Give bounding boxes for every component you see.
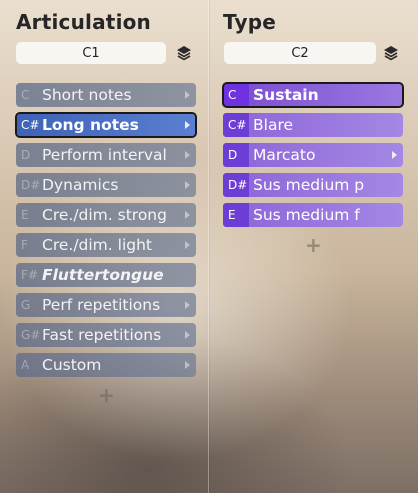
note-name: G: [21, 298, 31, 312]
chevron-right-icon: [185, 151, 190, 159]
type-item-blare[interactable]: C# Blare: [223, 113, 403, 137]
note-name: C: [21, 88, 30, 102]
type-panel: Type C2 C Sustain C# Blare D Marcato D# …: [209, 0, 418, 493]
type-label: Sustain: [253, 86, 319, 104]
layers-icon[interactable]: [173, 42, 195, 64]
articulation-item-cre-dim-strong[interactable]: E Cre./dim. strong: [16, 203, 196, 227]
type-selector[interactable]: C2: [224, 42, 376, 64]
layers-icon[interactable]: [380, 42, 402, 64]
articulation-item-perform-interval[interactable]: D Perform interval: [16, 143, 196, 167]
articulation-item-custom[interactable]: A Custom: [16, 353, 196, 377]
note-name: E: [223, 203, 249, 227]
articulation-list: C Short notes C# Long notes D Perform in…: [15, 83, 197, 383]
articulation-label: Cre./dim. strong: [42, 206, 167, 224]
note-name: C#: [21, 118, 40, 132]
type-heading: Type: [223, 10, 276, 34]
note-name: E: [21, 208, 29, 222]
type-item-sus-medium-f[interactable]: E Sus medium f: [223, 203, 403, 227]
add-type-button[interactable]: +: [305, 233, 322, 257]
articulation-label: Fluttertongue: [42, 266, 164, 284]
chevron-right-icon: [185, 241, 190, 249]
note-name: C: [223, 83, 249, 107]
articulation-item-short-notes[interactable]: C Short notes: [16, 83, 196, 107]
articulation-heading: Articulation: [16, 10, 151, 34]
articulation-item-long-notes[interactable]: C# Long notes: [15, 112, 197, 138]
articulation-label: Long notes: [42, 116, 139, 134]
articulation-item-fluttertongue[interactable]: F# Fluttertongue: [16, 263, 196, 287]
articulation-selector[interactable]: C1: [16, 42, 166, 64]
chevron-right-icon: [185, 181, 190, 189]
note-name: A: [21, 358, 30, 372]
note-name: F: [21, 238, 28, 252]
type-label: Sus medium p: [253, 176, 365, 194]
articulation-item-dynamics[interactable]: D# Dynamics: [16, 173, 196, 197]
note-name: F#: [21, 268, 38, 282]
articulation-label: Custom: [42, 356, 102, 374]
add-articulation-button[interactable]: +: [98, 383, 115, 407]
type-label: Sus medium f: [253, 206, 360, 224]
articulation-panel: Articulation C1 C Short notes C# Long no…: [0, 0, 208, 493]
chevron-right-icon: [185, 331, 190, 339]
note-name: D#: [223, 173, 249, 197]
note-name: C#: [223, 113, 249, 137]
type-label: Marcato: [253, 146, 316, 164]
note-name: D: [223, 143, 249, 167]
chevron-right-icon: [392, 151, 397, 159]
articulation-label: Cre./dim. light: [42, 236, 152, 254]
articulation-item-perf-repetitions[interactable]: G Perf repetitions: [16, 293, 196, 317]
chevron-right-icon: [185, 211, 190, 219]
articulation-label: Dynamics: [42, 176, 119, 194]
type-item-sustain[interactable]: C Sustain: [222, 82, 404, 108]
articulation-label: Perform interval: [42, 146, 167, 164]
chevron-right-icon: [185, 361, 190, 369]
type-item-sus-medium-p[interactable]: D# Sus medium p: [223, 173, 403, 197]
type-list: C Sustain C# Blare D Marcato D# Sus medi…: [222, 82, 404, 233]
note-name: G#: [21, 328, 41, 342]
articulation-label: Fast repetitions: [42, 326, 162, 344]
type-item-marcato[interactable]: D Marcato: [223, 143, 403, 167]
articulation-label: Perf repetitions: [42, 296, 161, 314]
chevron-right-icon: [185, 121, 190, 129]
chevron-right-icon: [185, 301, 190, 309]
note-name: D: [21, 148, 31, 162]
articulation-item-cre-dim-light[interactable]: F Cre./dim. light: [16, 233, 196, 257]
type-label: Blare: [253, 116, 294, 134]
note-name: D#: [21, 178, 41, 192]
articulation-item-fast-repetitions[interactable]: G# Fast repetitions: [16, 323, 196, 347]
articulation-label: Short notes: [42, 86, 132, 104]
chevron-right-icon: [185, 91, 190, 99]
